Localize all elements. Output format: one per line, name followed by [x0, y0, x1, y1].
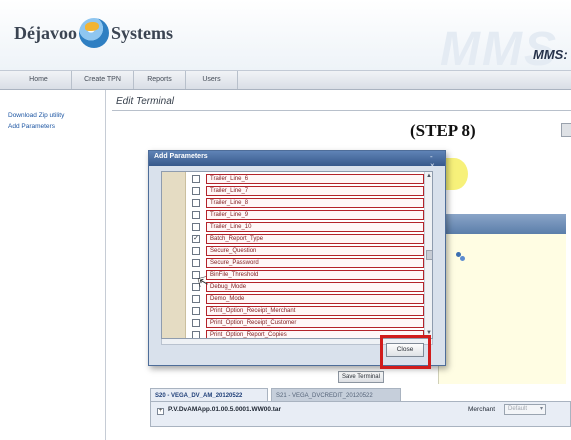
partial-button[interactable]	[561, 123, 571, 137]
file-name: P.V.DvAMApp.01.00.5.0001.WW00.tar	[168, 406, 282, 413]
list-scrollbar[interactable]: ▲ ▼	[424, 172, 432, 338]
parameter-checkbox[interactable]	[192, 211, 200, 219]
sidebar-link-add-parameters[interactable]: Add Parameters	[8, 123, 55, 130]
scroll-thumb[interactable]	[426, 250, 432, 260]
logo-text-left: Déjavoo	[14, 22, 77, 43]
dialog-window-controls[interactable]: - ×	[430, 152, 445, 170]
parameter-checkbox[interactable]	[192, 187, 200, 195]
screen: Déjavoo Systems MMS MMS: Home Create TPN…	[0, 0, 571, 440]
close-button-highlight	[380, 335, 431, 369]
dialog-title: Add Parameters	[154, 153, 208, 160]
parameter-checkbox[interactable]: ✓	[192, 235, 200, 243]
tab-s20-vega-dv-am[interactable]: S20 - VEGA_DV_AM_20120522	[150, 388, 268, 402]
parameter-checkbox[interactable]	[192, 319, 200, 327]
parameter-checkbox[interactable]	[192, 295, 200, 303]
tab-s21-vega-dvcredit[interactable]: S21 - VEGA_DVCREDIT_20120522	[271, 388, 401, 402]
add-parameters-dialog: Add Parameters - × Trailer_Line_6 Trailer…	[148, 150, 446, 366]
merchant-label: Merchant	[468, 406, 496, 413]
parameter-name: Debug_Mode	[206, 282, 424, 292]
app-name-label: MMS:	[533, 47, 568, 62]
logo-text-right: Systems	[110, 22, 173, 43]
nav-item-users[interactable]: Users	[186, 71, 238, 89]
nav-item-home[interactable]: Home	[6, 71, 72, 89]
step-annotation: (STEP 8)	[410, 121, 476, 140]
expand-icon[interactable]: +	[157, 408, 164, 415]
parameter-checkbox[interactable]	[192, 223, 200, 231]
title-divider	[112, 110, 571, 111]
parameter-name: Secure_Password	[206, 258, 424, 268]
users-icon[interactable]	[455, 252, 465, 262]
sidebar-link-download-zip[interactable]: Download Zip utility	[8, 112, 64, 119]
parameter-name: Print_Option_Receipt_Merchant	[206, 306, 424, 316]
parameter-name: Trailer_Line_10	[206, 222, 424, 232]
parameter-checkbox[interactable]	[192, 199, 200, 207]
nav-item-create-tpn[interactable]: Create TPN	[72, 71, 134, 89]
list-row-header-column	[162, 172, 186, 338]
parameter-name: Print_Option_Receipt_Customer	[206, 318, 424, 328]
save-terminal-button[interactable]: Save Terminal	[338, 371, 384, 383]
background-panel-header	[438, 214, 566, 234]
globe-logo-icon	[78, 18, 109, 48]
parameter-checkbox[interactable]	[192, 331, 200, 338]
parameter-name: Secure_Question	[206, 246, 424, 256]
page-title: Edit Terminal	[116, 96, 174, 107]
sidebar: Download Zip utility Add Parameters	[0, 90, 106, 440]
parameter-checkbox[interactable]	[192, 247, 200, 255]
dejavoo-logo[interactable]: Déjavoo Systems	[14, 18, 173, 48]
parameter-name: BinFile_Threshold	[206, 270, 424, 280]
parameter-name: Demo_Mode	[206, 294, 424, 304]
parameter-name: Batch_Report_Type	[206, 234, 424, 244]
parameter-name: Trailer_Line_6	[206, 174, 424, 184]
nav-item-reports[interactable]: Reports	[134, 71, 186, 89]
parameter-name: Trailer_Line_8	[206, 198, 424, 208]
main-nav: Home Create TPN Reports Users	[0, 70, 571, 90]
parameter-name: Trailer_Line_7	[206, 186, 424, 196]
app-header: Déjavoo Systems MMS MMS:	[0, 0, 571, 76]
scroll-up-icon[interactable]: ▲	[426, 173, 432, 179]
parameter-checkbox[interactable]	[192, 307, 200, 315]
parameter-name: Trailer_Line_9	[206, 210, 424, 220]
terminal-tabs: S20 - VEGA_DV_AM_20120522 S21 - VEGA_DVC…	[150, 388, 571, 402]
parameter-checkbox[interactable]	[192, 259, 200, 267]
merchant-select[interactable]: Default	[504, 404, 546, 415]
parameter-list: Trailer_Line_6 Trailer_Line_7 Trailer_Line…	[161, 171, 433, 339]
parameter-checkbox[interactable]	[192, 175, 200, 183]
